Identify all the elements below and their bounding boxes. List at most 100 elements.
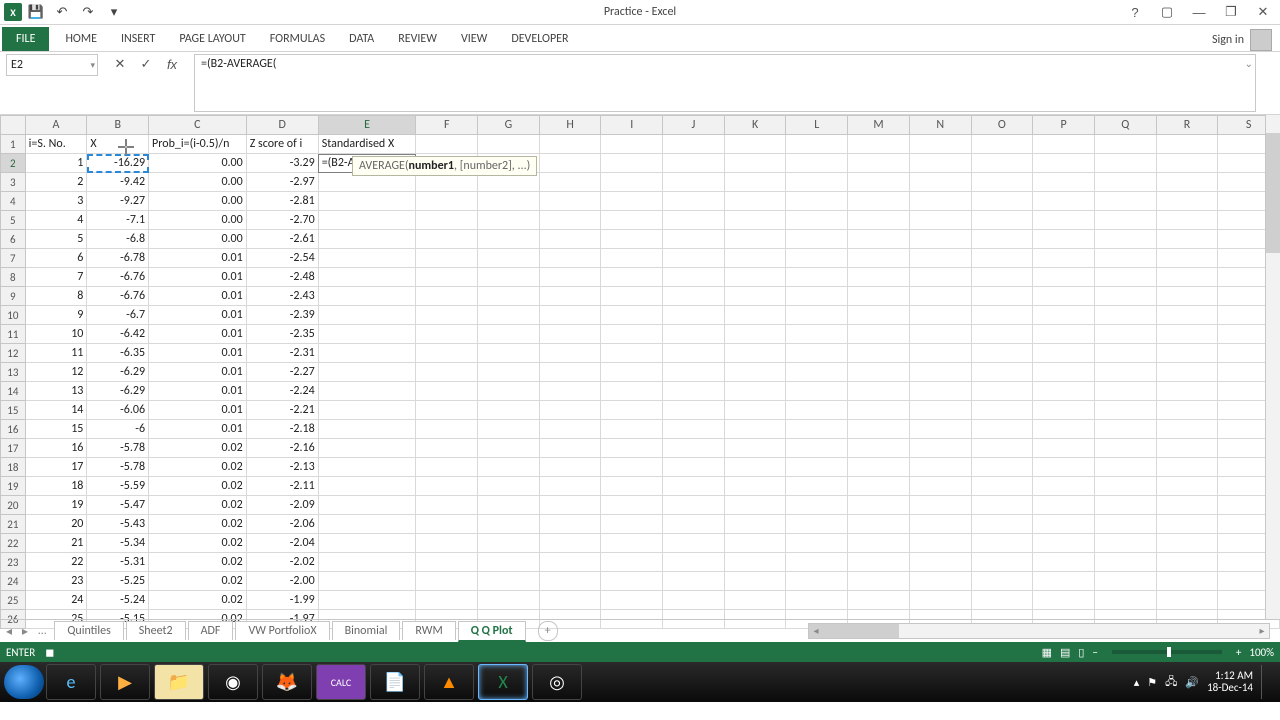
cell[interactable] [663, 477, 725, 496]
cell[interactable] [539, 591, 601, 610]
cell[interactable] [724, 477, 786, 496]
taskbar-ie-icon[interactable]: e [46, 664, 96, 700]
row-header[interactable]: 1 [1, 135, 26, 154]
cell[interactable] [1033, 306, 1095, 325]
cell[interactable] [1094, 135, 1156, 154]
cell[interactable] [786, 230, 848, 249]
cell[interactable]: -3.29 [246, 154, 318, 173]
taskbar-calc-icon[interactable]: CALC [316, 664, 366, 700]
cell[interactable] [539, 249, 601, 268]
column-header-P[interactable]: P [1033, 116, 1095, 135]
cell[interactable] [318, 553, 416, 572]
cell[interactable] [848, 458, 910, 477]
row-header[interactable]: 4 [1, 192, 26, 211]
cell[interactable]: 0.01 [149, 401, 247, 420]
cell[interactable] [909, 458, 971, 477]
cell[interactable] [601, 477, 663, 496]
cell[interactable] [724, 173, 786, 192]
cell[interactable] [601, 591, 663, 610]
cell[interactable]: -2.48 [246, 268, 318, 287]
tray-sound-icon[interactable]: 🔊 [1185, 676, 1199, 689]
cell[interactable] [848, 401, 910, 420]
cell[interactable] [971, 515, 1033, 534]
cell[interactable]: 5 [25, 230, 87, 249]
cell[interactable]: 0.00 [149, 211, 247, 230]
cell[interactable] [539, 154, 601, 173]
cell[interactable] [1156, 211, 1218, 230]
zoom-in-button[interactable]: + [1236, 646, 1241, 659]
cell[interactable] [909, 344, 971, 363]
cell[interactable] [318, 591, 416, 610]
close-button[interactable]: ✕ [1250, 3, 1276, 21]
tab-view[interactable]: VIEW [449, 27, 499, 51]
cell[interactable] [416, 363, 478, 382]
cell[interactable]: 22 [25, 553, 87, 572]
cell[interactable] [318, 477, 416, 496]
row-header[interactable]: 10 [1, 306, 26, 325]
cell[interactable] [786, 192, 848, 211]
cell[interactable]: 0.02 [149, 439, 247, 458]
cell[interactable] [663, 553, 725, 572]
zoom-value[interactable]: 100% [1249, 646, 1274, 659]
row-header[interactable]: 9 [1, 287, 26, 306]
cell[interactable] [1156, 344, 1218, 363]
cell[interactable] [724, 496, 786, 515]
cell[interactable] [663, 287, 725, 306]
cell[interactable] [848, 553, 910, 572]
tab-home[interactable]: HOME [53, 27, 109, 51]
column-header-J[interactable]: J [663, 116, 725, 135]
cell[interactable] [601, 515, 663, 534]
cell[interactable] [601, 135, 663, 154]
cell[interactable]: 0.00 [149, 192, 247, 211]
taskbar-explorer-icon[interactable]: 📁 [154, 664, 204, 700]
cell[interactable] [416, 439, 478, 458]
save-button[interactable]: 💾 [24, 2, 48, 22]
cell[interactable] [786, 458, 848, 477]
ribbon-display-button[interactable]: ▢ [1154, 3, 1180, 21]
row-header[interactable]: 8 [1, 268, 26, 287]
cell[interactable] [909, 135, 971, 154]
column-header-L[interactable]: L [786, 116, 848, 135]
cell[interactable] [663, 439, 725, 458]
cell[interactable]: 10 [25, 325, 87, 344]
cell[interactable] [909, 287, 971, 306]
cell[interactable] [539, 211, 601, 230]
cell[interactable] [1156, 306, 1218, 325]
cell[interactable] [601, 401, 663, 420]
cell[interactable]: 0.01 [149, 306, 247, 325]
page-layout-view-icon[interactable]: ▤ [1060, 646, 1070, 659]
cell[interactable] [1094, 553, 1156, 572]
redo-button[interactable]: ↷ [76, 2, 100, 22]
cell[interactable] [848, 249, 910, 268]
cell[interactable] [786, 173, 848, 192]
cell[interactable] [318, 211, 416, 230]
cell[interactable] [318, 439, 416, 458]
cell[interactable] [601, 439, 663, 458]
cell[interactable] [909, 439, 971, 458]
cell[interactable]: -2.06 [246, 515, 318, 534]
tab-page-layout[interactable]: PAGE LAYOUT [167, 27, 257, 51]
cell[interactable] [971, 135, 1033, 154]
row-header[interactable]: 13 [1, 363, 26, 382]
cell[interactable]: 0.00 [149, 230, 247, 249]
cell[interactable] [539, 439, 601, 458]
scroll-right-icon[interactable]: ▸ [1255, 624, 1269, 636]
cell[interactable] [478, 401, 540, 420]
sheet-tab-vw-portfoliox[interactable]: VW PortfolioX [235, 621, 329, 640]
cell[interactable] [786, 382, 848, 401]
cell[interactable] [909, 249, 971, 268]
cell[interactable] [601, 420, 663, 439]
cell[interactable] [786, 477, 848, 496]
cell[interactable] [724, 591, 786, 610]
cell[interactable] [971, 382, 1033, 401]
cell[interactable] [971, 287, 1033, 306]
cell[interactable] [416, 268, 478, 287]
cell[interactable] [663, 135, 725, 154]
cell[interactable] [848, 477, 910, 496]
cell[interactable]: -2.97 [246, 173, 318, 192]
cell[interactable] [1156, 515, 1218, 534]
row-header[interactable]: 22 [1, 534, 26, 553]
cell[interactable] [663, 325, 725, 344]
cell[interactable] [971, 553, 1033, 572]
cell[interactable]: 0.00 [149, 154, 247, 173]
